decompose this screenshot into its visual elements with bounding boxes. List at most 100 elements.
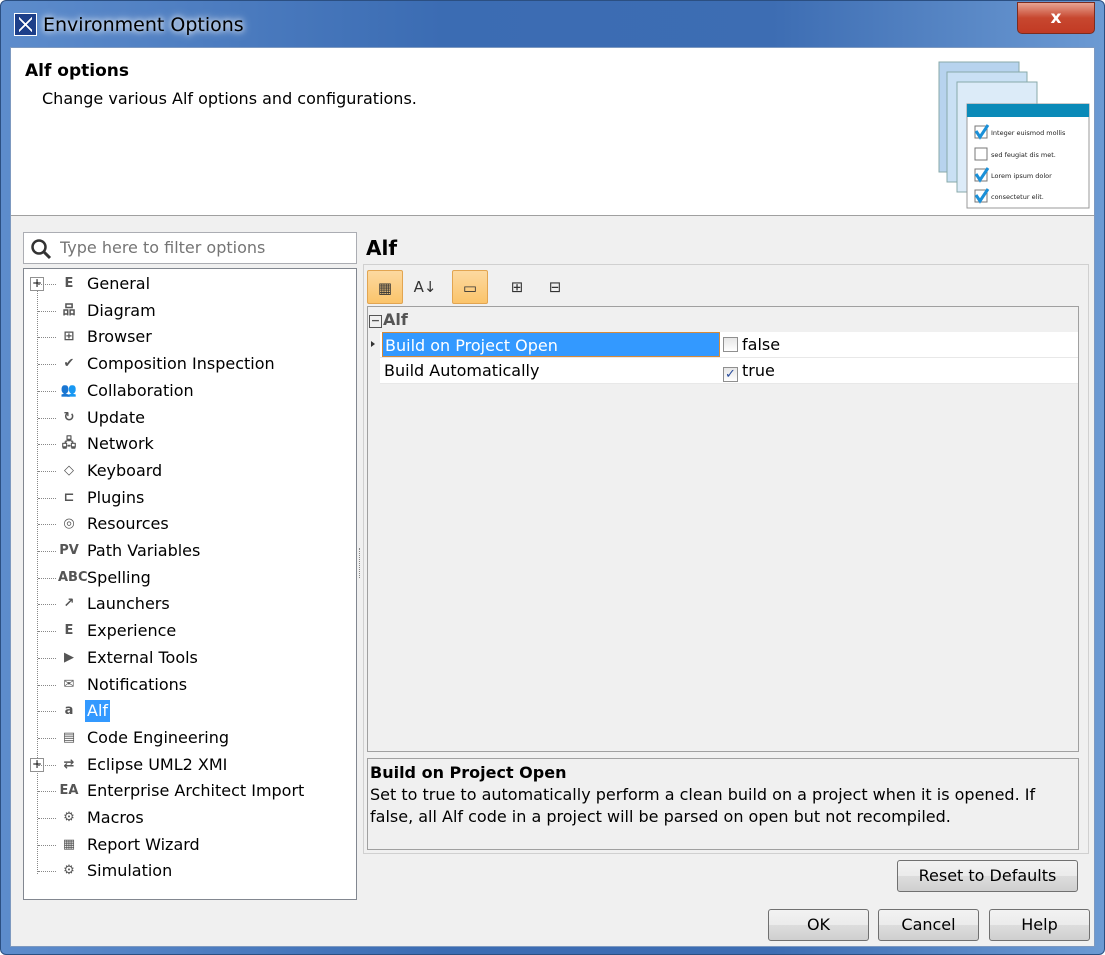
help-button[interactable]: Help bbox=[989, 909, 1090, 941]
eclipse-uml2-xmi-icon: ⇄ bbox=[63, 756, 75, 772]
illustration-option-1: Integer euismod mollis bbox=[991, 129, 1066, 137]
tree-connector bbox=[38, 844, 56, 846]
category-alf[interactable]: − Alf bbox=[369, 310, 408, 329]
tree-item-label: External Tools bbox=[87, 647, 198, 667]
tree-connector bbox=[38, 470, 56, 472]
report-wizard-icon: ▦ bbox=[62, 836, 76, 852]
tree-item-macros[interactable]: ⚙ Macros bbox=[24, 805, 354, 831]
tree-item-label: Eclipse UML2 XMI bbox=[87, 754, 228, 774]
filter-options-input-box[interactable] bbox=[23, 232, 357, 264]
collapse-all-button[interactable]: ⊟ bbox=[537, 270, 573, 304]
tree-item-resources[interactable]: ◎ Resources bbox=[24, 511, 354, 537]
tree-connector bbox=[38, 337, 56, 339]
tree-item-enterprise-architect-import[interactable]: EA Enterprise Architect Import bbox=[24, 778, 354, 804]
tree-item-keyboard[interactable]: ◇ Keyboard bbox=[24, 458, 354, 484]
macros-icon: ⚙ bbox=[63, 810, 75, 825]
tree-item-label: Enterprise Architect Import bbox=[87, 781, 305, 801]
tree-item-general[interactable]: + E General bbox=[24, 271, 354, 297]
splitter-handle[interactable] bbox=[359, 548, 362, 578]
tree-item-update[interactable]: ↻ Update bbox=[24, 405, 354, 431]
tree-connector bbox=[38, 791, 56, 793]
header-description: Change various Alf options and configura… bbox=[42, 89, 417, 108]
collapse-icon[interactable]: − bbox=[369, 315, 382, 328]
close-button[interactable]: x bbox=[1017, 2, 1095, 34]
property-name: Build on Project Open bbox=[382, 332, 720, 357]
tree-item-label: Code Engineering bbox=[87, 727, 230, 747]
build-automatically-checkbox[interactable]: ✓ bbox=[723, 367, 738, 382]
property-row-build-on-open[interactable]: Build on Project Open false bbox=[371, 332, 1078, 358]
tree-item-collaboration[interactable]: 👥 Collaboration bbox=[24, 378, 354, 404]
tree-item-label: Path Variables bbox=[87, 541, 201, 560]
tree-item-label: Notifications bbox=[87, 674, 188, 694]
search-icon bbox=[31, 239, 52, 260]
tree-item-network[interactable]: 🖧 Network bbox=[24, 431, 354, 457]
expand-all-icon: ⊞ bbox=[510, 278, 524, 296]
tree-item-code-engineering[interactable]: ▤ Code Engineering bbox=[24, 725, 354, 751]
tree-item-path-variables[interactable]: PV Path Variables bbox=[24, 538, 354, 564]
expand-all-button[interactable]: ⊞ bbox=[499, 270, 535, 304]
collaboration-icon: 👥 bbox=[60, 382, 78, 398]
cancel-button[interactable]: Cancel bbox=[878, 909, 979, 941]
external-tools-icon: ▶ bbox=[64, 649, 74, 665]
categorized-view-button[interactable]: ▦ bbox=[367, 270, 403, 304]
property-value[interactable]: ✓ true bbox=[723, 358, 775, 383]
tree-item-label: Launchers bbox=[87, 594, 170, 614]
tree-connector bbox=[38, 551, 56, 552]
tree-connector bbox=[38, 284, 56, 285]
tree-item-launchers[interactable]: ↗ Launchers bbox=[24, 591, 354, 617]
description-title: Build on Project Open bbox=[370, 763, 567, 782]
tree-item-notifications[interactable]: ✉ Notifications bbox=[24, 672, 354, 698]
tree-item-report-wizard[interactable]: ▦ Report Wizard bbox=[24, 832, 354, 858]
tree-item-experience[interactable]: E Experience bbox=[24, 618, 354, 644]
row-pointer-icon bbox=[371, 341, 375, 347]
description-icon: ▭ bbox=[462, 279, 478, 297]
property-name: Build Automatically bbox=[384, 361, 540, 380]
tree-item-plugins[interactable]: ⊏ Plugins bbox=[24, 485, 354, 511]
tree-item-external-tools[interactable]: ▶ External Tools bbox=[24, 645, 354, 671]
path-variables-icon: PV bbox=[59, 543, 79, 558]
tree-item-composition-inspection[interactable]: ✔ Composition Inspection bbox=[24, 351, 354, 377]
tree-connector bbox=[38, 577, 56, 579]
show-description-button[interactable]: ▭ bbox=[452, 270, 488, 304]
sort-alphabetical-button[interactable]: A↓ bbox=[407, 270, 443, 304]
dialog-client: Alf options Change various Alf options a… bbox=[10, 47, 1095, 947]
illustration-option-2: sed feugiat dis met. bbox=[991, 151, 1056, 159]
tree-connector bbox=[38, 711, 56, 713]
enterprise-architect-import-icon: EA bbox=[59, 783, 79, 799]
tree-item-label: Macros bbox=[87, 808, 144, 827]
property-value-text: true bbox=[742, 361, 775, 380]
composition-inspection-icon: ✔ bbox=[63, 356, 75, 372]
keyboard-icon: ◇ bbox=[64, 462, 74, 478]
ok-button[interactable]: OK bbox=[768, 909, 869, 941]
tree-item-eclipse-uml2-xmi[interactable]: + ⇄ Eclipse UML2 XMI bbox=[24, 752, 354, 778]
reset-to-defaults-button[interactable]: Reset to Defaults bbox=[897, 860, 1078, 892]
tree-item-simulation[interactable]: ⚙ Simulation bbox=[24, 858, 354, 884]
property-value-text: false bbox=[742, 335, 781, 354]
tree-item-browser[interactable]: ⊞ Browser bbox=[24, 324, 354, 350]
tree-connector bbox=[38, 684, 56, 686]
environment-options-window: Environment Options x Alf options Change… bbox=[0, 0, 1105, 955]
property-row-build-automatically[interactable]: Build Automatically ✓ true bbox=[380, 358, 1078, 384]
illustration-option-4: consectetur elit. bbox=[991, 193, 1044, 201]
tree-item-alf[interactable]: a Alf bbox=[24, 698, 354, 724]
category-label: Alf bbox=[383, 310, 408, 329]
tree-item-diagram[interactable]: 品 Diagram bbox=[24, 298, 354, 324]
tree-connector bbox=[38, 818, 56, 819]
filter-options-input[interactable] bbox=[58, 237, 348, 258]
tree-connector bbox=[38, 737, 56, 739]
tree-item-label: Experience bbox=[87, 621, 177, 641]
options-tree: + E General 品 Diagram ⊞ Browser ✔ Composition In… bbox=[23, 268, 357, 900]
property-toolbar: ▦ A↓ ▭ ⊞ ⊟ bbox=[367, 268, 1082, 306]
tree-item-label: Resources bbox=[87, 514, 169, 534]
tree-item-spelling[interactable]: ABC Spelling bbox=[24, 565, 354, 591]
window-title: Environment Options bbox=[43, 14, 244, 36]
tree-item-label: Report Wizard bbox=[87, 834, 200, 854]
build-on-open-checkbox[interactable] bbox=[723, 337, 738, 352]
tree-item-label: Browser bbox=[87, 327, 152, 347]
sort-az-icon: A↓ bbox=[413, 278, 437, 296]
tree-connector bbox=[38, 417, 56, 419]
property-value[interactable]: false bbox=[723, 332, 780, 357]
title-bar[interactable]: Environment Options x bbox=[1, 1, 1104, 47]
tree-connector bbox=[38, 310, 56, 312]
tree-connector bbox=[38, 524, 56, 526]
